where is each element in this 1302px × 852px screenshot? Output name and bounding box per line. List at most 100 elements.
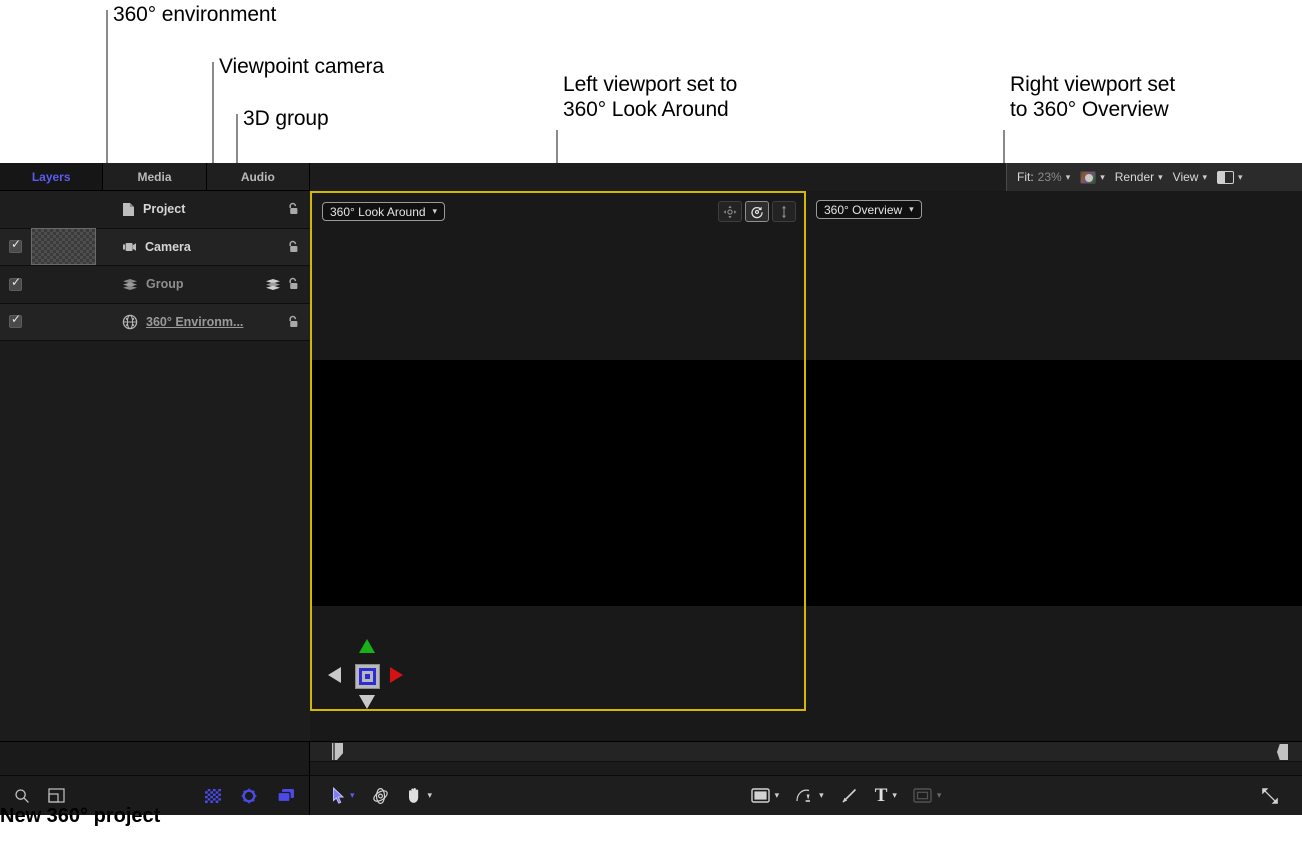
chevron-down-icon[interactable]: ▾	[937, 790, 942, 801]
layers-duplicate-icon[interactable]	[277, 788, 295, 803]
fit-label: Fit:	[1017, 170, 1034, 184]
white-left-arrow-icon[interactable]	[328, 667, 341, 683]
timeline-ruler-strip	[0, 741, 1302, 775]
search-icon[interactable]	[14, 788, 30, 804]
white-down-arrow-icon[interactable]	[359, 695, 375, 709]
3d-transform-icon[interactable]	[371, 787, 390, 805]
render-menu-button[interactable]: Render ▾	[1115, 170, 1163, 184]
panel-tab-bar: Layers Media Audio	[0, 163, 310, 191]
bezier-pen-icon[interactable]	[795, 787, 814, 805]
unlocked-padlock-icon[interactable]	[286, 277, 299, 291]
row-actions	[254, 277, 310, 291]
layer-name-cell: Project	[110, 202, 254, 217]
text-tool-icon[interactable]: T	[875, 786, 888, 805]
checkerboard-mask-icon[interactable]	[205, 789, 221, 803]
tab-media[interactable]: Media	[103, 163, 206, 190]
table-row[interactable]: Camera	[0, 229, 310, 267]
layer-name: 360° Environm...	[146, 315, 243, 329]
rectangle-shape-icon[interactable]	[751, 788, 770, 803]
hand-pan-icon[interactable]	[406, 787, 423, 804]
document-icon	[122, 202, 135, 217]
select-tool-group[interactable]: ▾	[332, 787, 355, 804]
chevron-down-icon: ▾	[1202, 172, 1207, 183]
red-right-arrow-icon[interactable]	[390, 667, 403, 683]
group-stack-icon	[122, 278, 138, 290]
layers-empty-space	[0, 341, 310, 703]
row-actions	[254, 202, 310, 216]
fit-zoom-control[interactable]: Fit: 23% ▾	[1017, 170, 1070, 184]
text-tool-group[interactable]: T ▾	[875, 786, 897, 805]
shape-tool-group[interactable]: ▾	[751, 788, 780, 803]
3d-compass-widget[interactable]	[324, 633, 410, 719]
viewport-left-view-selector[interactable]: 360° Look Around ▾	[322, 202, 445, 221]
stepper-icon[interactable]: ▾	[1238, 173, 1243, 182]
view-menu-button[interactable]: View ▾	[1173, 170, 1207, 184]
unlocked-padlock-icon[interactable]	[286, 240, 299, 254]
chevron-down-icon: ▾	[1158, 172, 1163, 183]
table-row[interactable]: 360° Environm...	[0, 304, 310, 342]
camera-center-icon[interactable]	[355, 664, 380, 689]
visibility-checkbox-cell	[0, 240, 31, 253]
split-view-button[interactable]: ▾	[1217, 171, 1243, 184]
select-arrow-icon[interactable]	[332, 787, 345, 804]
timeline-left-gutter	[0, 742, 310, 776]
pan-move-icon[interactable]	[718, 201, 742, 222]
layer-thumbnail	[31, 228, 96, 265]
dolly-vertical-icon[interactable]	[772, 201, 796, 222]
layer-frame-icon[interactable]	[48, 788, 65, 803]
3d-transform-tool-group[interactable]	[371, 787, 390, 805]
playhead-marker-icon[interactable]	[332, 743, 343, 760]
color-channels-button[interactable]: ▾	[1080, 171, 1105, 184]
viewport-right[interactable]: 360° Overview ▾	[806, 191, 1302, 711]
bottom-toolbar-tools: ▾ ▾ ▾	[310, 776, 1302, 815]
unlocked-padlock-icon[interactable]	[286, 315, 299, 329]
hand-tool-group[interactable]: ▾	[406, 787, 433, 804]
annotation-3d-group: 3D group	[243, 106, 329, 131]
green-up-arrow-icon[interactable]	[359, 639, 375, 653]
viewport-right-view-selector[interactable]: 360° Overview ▾	[816, 200, 922, 219]
layer-name: Project	[143, 202, 185, 216]
line-tool-group[interactable]	[840, 787, 859, 805]
chevron-down-icon: ▾	[1100, 172, 1105, 183]
viewport-right-title: 360° Overview	[824, 203, 902, 217]
group-stack-icon[interactable]	[265, 278, 281, 290]
bezier-pen-tool-group[interactable]: ▾	[795, 787, 824, 805]
orbit-rotate-icon[interactable]	[745, 201, 769, 222]
layer-name: Group	[146, 277, 184, 291]
unlocked-padlock-icon[interactable]	[286, 202, 299, 216]
row-actions	[254, 315, 310, 329]
layer-name-cell: Camera	[110, 240, 254, 254]
timeline-track[interactable]	[310, 742, 1302, 762]
motion-app-window: Layers Media Audio Fit: 23% ▾ ▾ Render ▾…	[0, 163, 1302, 783]
bottom-toolbar-left-blue-icons	[205, 788, 295, 804]
chevron-down-icon[interactable]: ▾	[428, 790, 433, 801]
chevron-down-icon[interactable]: ▾	[775, 790, 780, 801]
shape-gear-icon[interactable]	[241, 788, 257, 804]
environment-sphere-icon	[122, 314, 138, 330]
viewport-left[interactable]: 360° Look Around ▾	[310, 191, 806, 711]
visibility-checkbox-cell	[0, 315, 31, 328]
tab-audio[interactable]: Audio	[207, 163, 310, 190]
visibility-checkbox[interactable]	[9, 240, 22, 253]
row-actions	[254, 240, 310, 254]
table-row[interactable]: Group	[0, 266, 310, 304]
visibility-checkbox[interactable]	[9, 315, 22, 328]
timeline-lower-strip	[310, 762, 1302, 776]
render-label: Render	[1115, 170, 1154, 184]
line-draw-icon[interactable]	[840, 787, 859, 805]
split-view-icon	[1217, 171, 1234, 184]
visibility-checkbox-cell	[0, 278, 31, 291]
canvas-area: 360° Look Around ▾	[310, 191, 1302, 741]
chevron-down-icon[interactable]: ▾	[819, 790, 824, 801]
visibility-checkbox[interactable]	[9, 278, 22, 291]
chevron-down-icon[interactable]: ▾	[892, 790, 897, 801]
stepper-icon[interactable]: ▾	[1066, 173, 1071, 182]
table-row[interactable]: Project	[0, 191, 310, 229]
resize-expand-icon[interactable]	[1260, 786, 1280, 806]
mask-rectangle-icon[interactable]	[913, 788, 932, 803]
layer-name-cell: 360° Environm...	[110, 314, 254, 330]
mask-tool-group[interactable]: ▾	[913, 788, 942, 803]
tab-layers[interactable]: Layers	[0, 163, 103, 190]
chevron-down-icon[interactable]: ▾	[350, 790, 355, 801]
end-marker-icon[interactable]	[1277, 744, 1288, 760]
